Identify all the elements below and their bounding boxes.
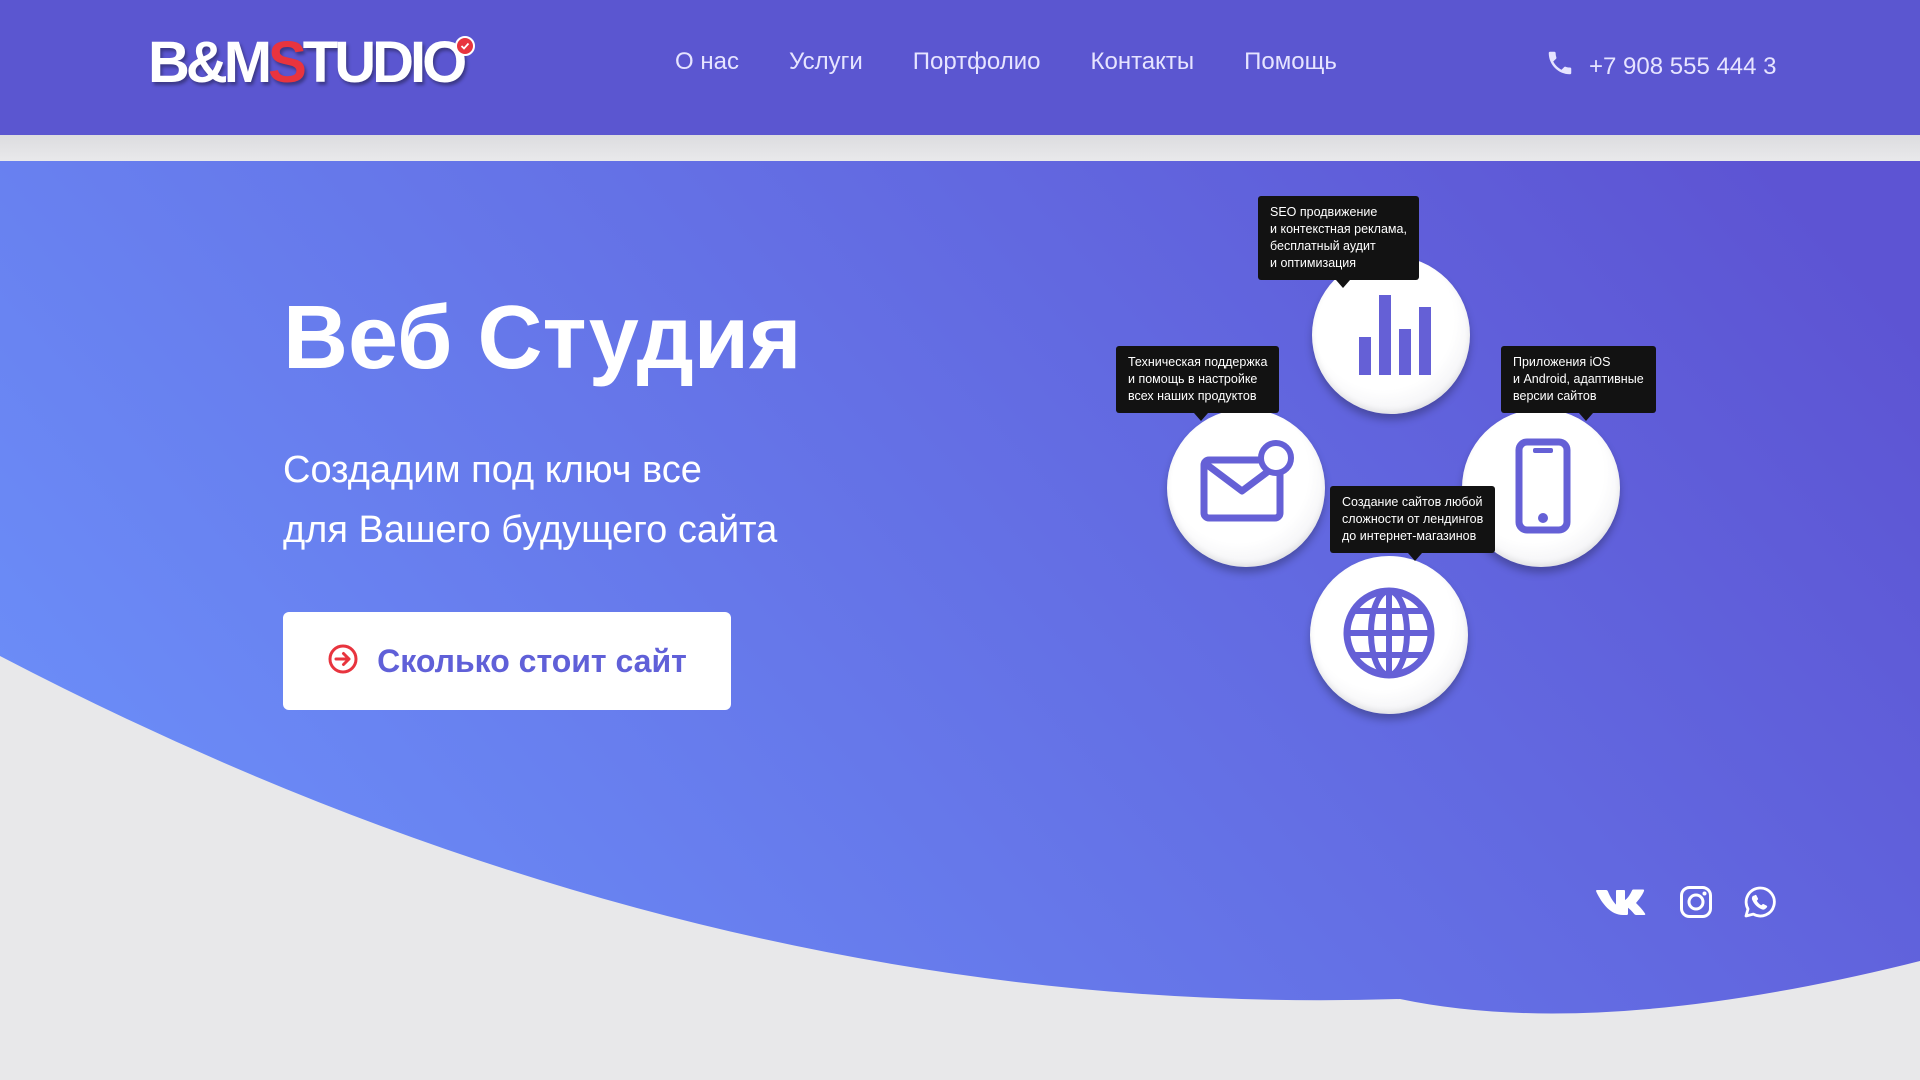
- phone-contact[interactable]: +7 908 555 444 3: [1545, 48, 1777, 85]
- whatsapp-icon[interactable]: [1743, 885, 1777, 919]
- cta-label: Сколько стоит сайт: [377, 642, 687, 679]
- nav-item-services[interactable]: Услуги: [789, 48, 863, 76]
- tooltip-line: Создание сайтов любой: [1342, 495, 1483, 509]
- instagram-icon[interactable]: [1679, 885, 1713, 919]
- check-badge-icon: [455, 36, 476, 56]
- tooltip-line: Техническая поддержка: [1128, 355, 1268, 369]
- nav-item-help[interactable]: Помощь: [1244, 48, 1337, 76]
- hero-title: Веб Студия: [283, 288, 802, 388]
- tooltip-line: и оптимизация: [1270, 256, 1357, 270]
- nav-item-contacts[interactable]: Контакты: [1090, 48, 1194, 76]
- service-support-circle[interactable]: [1167, 409, 1325, 567]
- social-links: [1595, 885, 1777, 919]
- logo-text-main: B&M: [148, 30, 272, 95]
- tooltip-line: до интернет-магазинов: [1342, 529, 1477, 543]
- mail-notification-icon: [1196, 436, 1296, 541]
- phone-number: +7 908 555 444 3: [1589, 52, 1777, 80]
- tooltip-line: бесплатный аудит: [1270, 239, 1376, 253]
- site-header: B&MSTUDIO О нас Услуги Портфолио Контакт…: [0, 0, 1920, 135]
- tooltip-line: и контекстная реклама,: [1270, 222, 1407, 236]
- service-web-circle[interactable]: [1310, 556, 1468, 714]
- hero-subtitle: Создадим под ключ все для Вашего будущег…: [283, 440, 777, 560]
- nav-item-portfolio[interactable]: Портфолио: [913, 48, 1041, 76]
- service-seo-tooltip: SEO продвижение и контекстная реклама, б…: [1258, 196, 1419, 288]
- tooltip-line: и Android, адаптивные: [1513, 372, 1644, 386]
- vk-icon[interactable]: [1595, 886, 1649, 918]
- service-web-tooltip: Создание сайтов любой сложности от ленди…: [1330, 486, 1496, 561]
- logo-text-accent: S: [268, 30, 307, 95]
- header-shadow: [0, 135, 1920, 161]
- bar-chart-icon: [1341, 283, 1441, 388]
- main-nav: О нас Услуги Портфолио Контакты Помощь: [675, 48, 1337, 76]
- logo[interactable]: B&MSTUDIO: [148, 30, 476, 96]
- globe-icon: [1339, 583, 1439, 688]
- tooltip-line: всех наших продуктов: [1128, 389, 1257, 403]
- hero-section: Веб Студия Создадим под ключ все для Ваш…: [0, 161, 1920, 1080]
- phone-icon: [1545, 48, 1575, 85]
- tooltip-line: SEO продвижение: [1270, 205, 1378, 219]
- logo-text: B&MSTUDIO: [148, 34, 476, 92]
- tooltip-line: и помощь в настройке: [1128, 372, 1258, 386]
- tooltip-line: версии сайтов: [1513, 389, 1597, 403]
- price-cta-button[interactable]: Сколько стоит сайт: [283, 612, 731, 710]
- smartphone-icon: [1491, 436, 1591, 541]
- arrow-circle-right-icon: [327, 643, 359, 680]
- tooltip-line: сложности от лендингов: [1342, 512, 1484, 526]
- service-apps-tooltip: Приложения iOS и Android, адаптивные вер…: [1501, 346, 1656, 421]
- hero-subtitle-line-2: для Вашего будущего сайта: [283, 509, 778, 551]
- nav-item-about[interactable]: О нас: [675, 48, 739, 76]
- logo-text-rest: TUDIO: [302, 30, 467, 95]
- tooltip-line: Приложения iOS: [1513, 355, 1611, 369]
- hero-subtitle-line-1: Создадим под ключ все: [283, 449, 702, 491]
- service-support-tooltip: Техническая поддержка и помощь в настрой…: [1116, 346, 1280, 421]
